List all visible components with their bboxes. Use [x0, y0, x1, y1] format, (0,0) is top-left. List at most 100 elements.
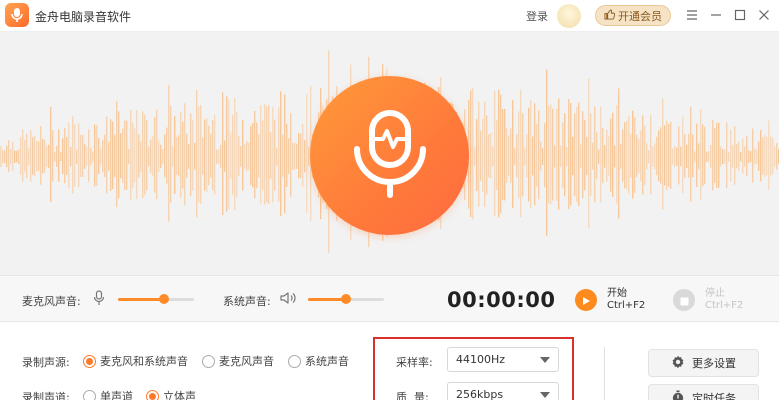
waveform-bar	[776, 143, 778, 170]
waveform-bar	[46, 145, 48, 167]
waveform-bar	[668, 123, 670, 187]
waveform-bar	[504, 108, 506, 201]
waveform-bar	[530, 99, 532, 209]
waveform-bar	[216, 149, 218, 164]
waveform-bar	[248, 142, 250, 170]
waveform-bar	[148, 146, 150, 167]
waveform-bar	[204, 119, 206, 191]
waveform-bar	[260, 105, 262, 204]
waveform-bar	[692, 134, 694, 178]
waveform-bar	[644, 125, 646, 185]
minimize-icon[interactable]	[708, 7, 724, 23]
stop-text[interactable]: 停止 Ctrl+F2	[705, 288, 743, 312]
scheduled-task-button[interactable]: 定时任务	[648, 384, 759, 400]
waveform-bar	[576, 106, 578, 203]
menu-icon[interactable]	[684, 7, 700, 23]
waveform-bar	[702, 124, 704, 187]
sample-rate-select[interactable]: 44100Hz	[447, 347, 559, 372]
waveform-bar	[200, 105, 202, 204]
waveform-bar	[676, 147, 678, 166]
waveform-bar	[244, 144, 246, 169]
waveform-bar	[56, 145, 58, 167]
waveform-bar	[480, 130, 482, 181]
waveform-bar	[612, 112, 614, 197]
waveform-bar	[746, 136, 748, 176]
waveform-bar	[500, 94, 502, 214]
source-option-mic[interactable]: 麦克风声音	[202, 353, 274, 369]
vip-button[interactable]: 开通会员	[595, 5, 671, 26]
waveform-bar	[560, 145, 562, 168]
waveform-bar	[36, 140, 38, 172]
radio-unselected-icon	[83, 389, 96, 400]
record-button[interactable]	[310, 76, 469, 235]
mic-volume-knob[interactable]	[159, 294, 169, 304]
avatar[interactable]	[557, 4, 581, 28]
waveform-bar	[194, 142, 196, 170]
waveform-bar	[86, 147, 88, 166]
waveform-bar	[708, 151, 710, 163]
waveform-bar	[752, 128, 754, 183]
waveform-bar	[544, 123, 546, 188]
waveform-bar	[192, 119, 194, 191]
start-text[interactable]: 开始 Ctrl+F2	[607, 288, 645, 312]
waveform-bar	[30, 130, 32, 182]
waveform-bar	[582, 111, 584, 199]
waveform-bar	[664, 125, 666, 186]
start-button[interactable]	[575, 289, 597, 311]
source-option-system[interactable]: 系统声音	[288, 353, 349, 369]
mic-volume-slider[interactable]	[118, 294, 194, 304]
waveform-bar	[670, 121, 672, 189]
waveform-bar	[110, 119, 112, 191]
waveform-bar	[274, 119, 276, 191]
waveform-bar	[748, 150, 750, 164]
stop-icon	[680, 291, 689, 310]
waveform-bar	[662, 98, 664, 210]
waveform-bar	[584, 120, 586, 191]
waveform-bar	[238, 135, 240, 177]
maximize-icon[interactable]	[732, 7, 748, 23]
sample-rate-value: 44100Hz	[456, 353, 506, 366]
waveform-bar	[168, 84, 170, 222]
more-settings-label: 更多设置	[692, 357, 736, 370]
waveform-bar	[164, 134, 166, 178]
chevron-down-icon	[540, 392, 550, 398]
system-volume-knob[interactable]	[341, 294, 351, 304]
waveform-bar	[12, 141, 14, 171]
waveform-bar	[518, 111, 520, 199]
waveform-bar	[750, 151, 752, 163]
waveform-bar	[546, 69, 548, 236]
waveform-bar	[208, 125, 210, 185]
waveform-bar	[136, 110, 138, 200]
quality-select[interactable]: 256kbps	[447, 382, 559, 400]
waveform-bar	[236, 112, 238, 198]
source-option-mic-and-system[interactable]: 麦克风和系统声音	[83, 353, 188, 369]
waveform-bar	[186, 133, 188, 179]
waveform-bar	[124, 120, 126, 191]
waveform-bar	[754, 148, 756, 165]
waveform-bar	[680, 146, 682, 167]
waveform-bar	[722, 149, 724, 165]
waveform-bar	[50, 107, 52, 202]
waveform-bar	[610, 118, 612, 192]
waveform-bar	[706, 151, 708, 162]
waveform-bar	[642, 115, 644, 195]
more-settings-button[interactable]: 更多设置	[648, 349, 759, 377]
waveform-bar	[254, 111, 256, 199]
waveform-bar	[302, 123, 304, 187]
waveform-bar	[614, 145, 616, 168]
waveform-bar	[690, 107, 692, 202]
waveform-bar	[96, 125, 98, 186]
stop-button[interactable]	[673, 289, 695, 311]
channel-option-stereo[interactable]: 立体声	[146, 388, 196, 400]
waveform-bar	[724, 149, 726, 165]
channel-option-mono[interactable]: 单声道	[83, 388, 133, 400]
waveform-bar	[532, 136, 534, 176]
waveform-bar	[494, 91, 496, 217]
waveform-bar	[190, 113, 192, 197]
system-volume-slider[interactable]	[308, 294, 384, 304]
waveform-bar	[526, 134, 528, 178]
login-link[interactable]: 登录	[526, 8, 548, 24]
close-icon[interactable]	[756, 7, 772, 23]
waveform-bar	[176, 137, 178, 175]
waveform-bar	[122, 128, 124, 183]
